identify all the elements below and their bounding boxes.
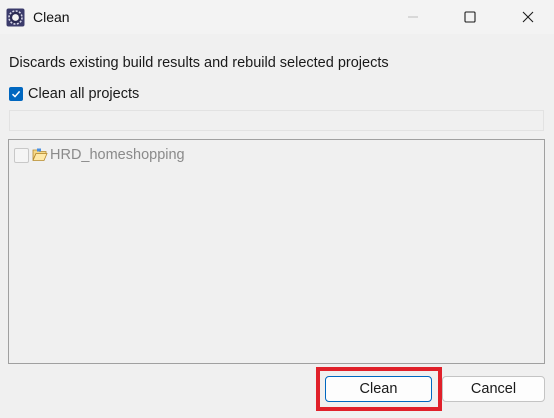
title-bar: Clean (0, 0, 554, 34)
close-icon (522, 11, 534, 23)
list-item[interactable]: HRD_homeshopping (14, 146, 185, 164)
cancel-button[interactable]: Cancel (442, 376, 545, 402)
clean-all-label: Clean all projects (28, 86, 140, 102)
eclipse-app-icon (6, 8, 25, 27)
open-folder-icon (32, 148, 48, 162)
close-button[interactable] (505, 0, 551, 34)
clean-button[interactable]: Clean (325, 376, 432, 402)
clean-all-checkbox-row[interactable]: Clean all projects (9, 85, 139, 103)
minimize-button[interactable] (390, 0, 436, 34)
maximize-icon (464, 11, 476, 23)
minimize-icon (408, 16, 418, 18)
clean-all-checkbox[interactable] (9, 87, 23, 101)
maximize-button[interactable] (447, 0, 493, 34)
project-list[interactable]: HRD_homeshopping (8, 139, 545, 364)
project-filter-input[interactable] (9, 110, 544, 131)
project-name: HRD_homeshopping (50, 147, 185, 163)
clean-dialog: Clean Discards existing build results an… (0, 0, 554, 418)
project-checkbox[interactable] (14, 147, 29, 163)
dialog-description: Discards existing build results and rebu… (9, 55, 389, 71)
window-title: Clean (33, 9, 70, 25)
checkmark-icon (11, 90, 21, 98)
